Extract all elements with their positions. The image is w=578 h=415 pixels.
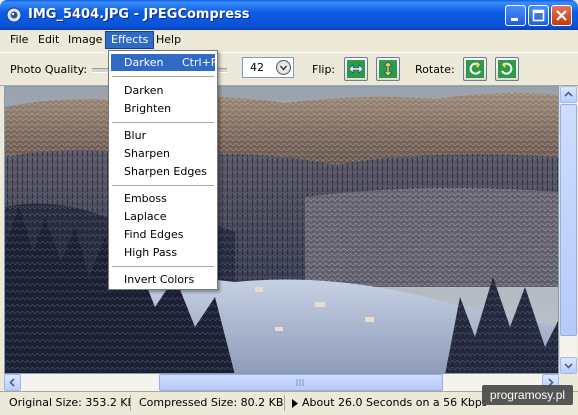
flip-vertical-icon — [379, 60, 397, 78]
vertical-scrollbar[interactable] — [559, 86, 577, 374]
rotate-left-icon — [466, 60, 484, 78]
minimize-button[interactable] — [505, 5, 526, 26]
horizontal-scroll-thumb[interactable] — [159, 374, 443, 391]
menu-sharpen-edges[interactable]: Sharpen Edges — [111, 163, 215, 180]
repeat-darken-shortcut: Ctrl+F — [182, 56, 218, 69]
menu-invert-colors[interactable]: Invert Colors — [111, 271, 215, 288]
download-time-status: About 26.0 Seconds on a 56 Kbps Modem — [302, 396, 486, 409]
menu-bar: File Edit Image Effects Help — [0, 30, 578, 50]
flip-vertical-button[interactable] — [376, 57, 400, 81]
menu-laplace[interactable]: Laplace — [111, 208, 215, 225]
menu-darken[interactable]: Darken — [111, 82, 215, 99]
flip-label: Flip: — [312, 63, 336, 76]
rotate-left-button[interactable] — [463, 57, 487, 81]
maximize-button[interactable] — [528, 5, 549, 26]
flip-horizontal-icon — [347, 60, 365, 78]
menu-help[interactable]: Help — [151, 32, 186, 48]
compressed-size-status: Compressed Size: 80.2 KB — [133, 395, 285, 411]
quality-value: 42 — [250, 61, 264, 74]
menu-blur[interactable]: Blur — [111, 127, 215, 144]
menu-repeat-darken[interactable]: Darken Ctrl+F — [111, 54, 218, 71]
maximize-icon — [532, 9, 545, 22]
menu-separator — [112, 185, 214, 186]
menu-brighten[interactable]: Brighten — [111, 100, 215, 117]
menu-separator — [112, 122, 214, 123]
title-bar[interactable]: IMG_5404.JPG - JPEGCompress — [0, 0, 578, 30]
quality-selector[interactable]: 42 — [242, 57, 294, 78]
menu-image[interactable]: Image — [63, 32, 107, 48]
photo-quality-label: Photo Quality: — [10, 63, 88, 76]
menu-edit[interactable]: Edit — [33, 32, 64, 48]
close-icon — [556, 10, 567, 21]
app-icon[interactable] — [6, 7, 22, 23]
window-title: IMG_5404.JPG - JPEGCompress — [28, 7, 250, 22]
repeat-darken-label: Darken — [124, 56, 164, 69]
menu-high-pass[interactable]: High Pass — [111, 244, 215, 261]
rotate-right-icon — [498, 60, 516, 78]
photo-image — [5, 87, 558, 373]
menu-separator — [112, 266, 214, 267]
menu-sharpen[interactable]: Sharpen — [111, 145, 215, 162]
minimize-icon — [511, 18, 518, 21]
rotate-right-button[interactable] — [495, 57, 519, 81]
rotate-label: Rotate: — [415, 63, 455, 76]
scroll-left-arrow-icon[interactable] — [4, 374, 21, 391]
menu-find-edges[interactable]: Find Edges — [111, 226, 215, 243]
original-size-status: Original Size: 353.2 KB — [3, 395, 131, 411]
horizontal-scrollbar[interactable] — [4, 374, 559, 391]
close-button[interactable] — [551, 5, 572, 26]
watermark: programosy.pl — [482, 385, 573, 405]
menu-emboss[interactable]: Emboss — [111, 190, 215, 207]
menu-file[interactable]: File — [5, 32, 33, 48]
effects-dropdown-menu: Darken Ctrl+F Darken Brighten Blur Sharp… — [108, 50, 218, 290]
chevron-down-icon[interactable] — [276, 60, 291, 75]
scroll-up-arrow-icon[interactable] — [560, 86, 577, 103]
vertical-scroll-thumb[interactable] — [560, 104, 577, 336]
photo-preview[interactable] — [4, 86, 559, 374]
flip-horizontal-button[interactable] — [344, 57, 368, 81]
menu-separator — [112, 76, 214, 77]
scroll-down-arrow-icon[interactable] — [560, 357, 577, 374]
menu-effects[interactable]: Effects — [104, 31, 155, 49]
